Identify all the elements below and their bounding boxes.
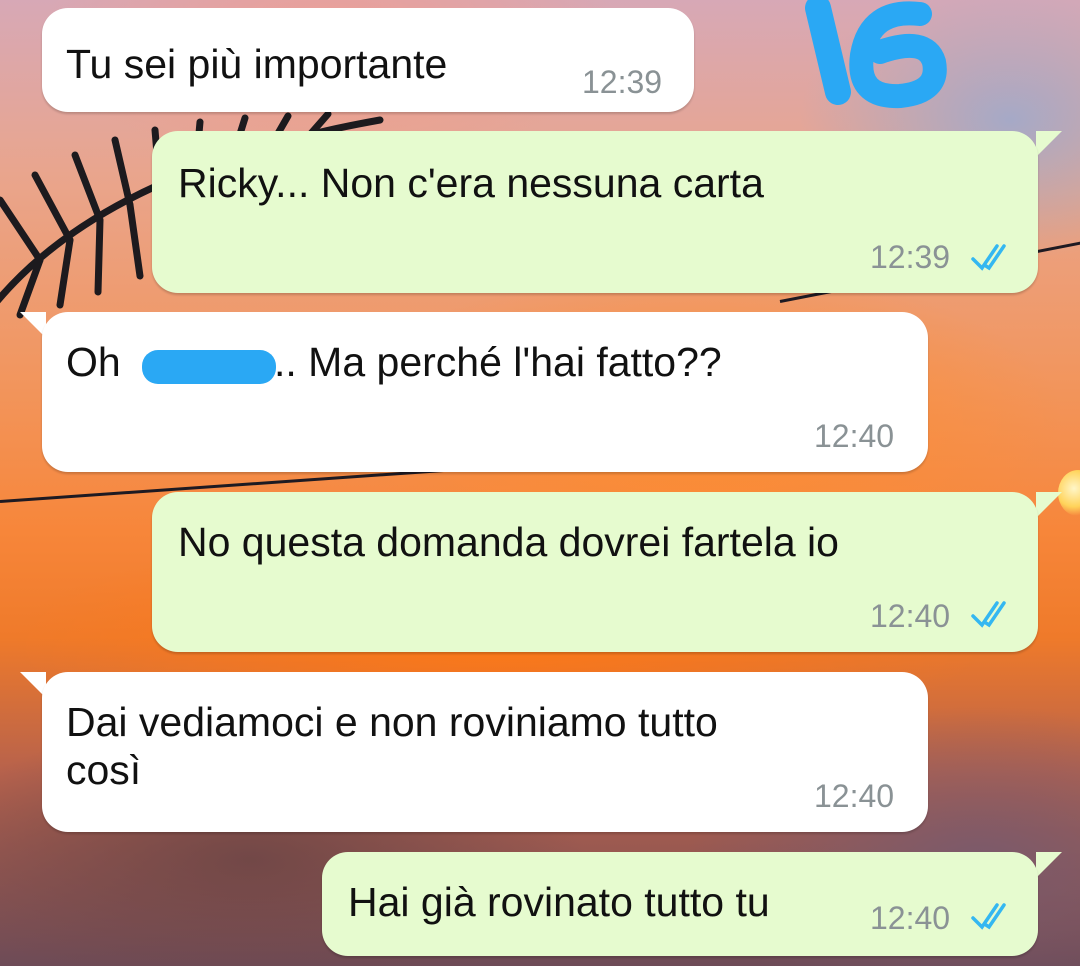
message-bubble-incoming[interactable]: Tu sei più importante 12:39: [42, 8, 694, 112]
bubble-tail: [1036, 852, 1062, 878]
message-timestamp: 12:40: [814, 418, 895, 454]
double-check-icon: [971, 903, 1006, 930]
message-text: No questa domanda dovrei fartela io: [178, 519, 839, 565]
sticker-number-icon: [805, 0, 947, 109]
double-check-icon: [971, 601, 1006, 628]
message-bubble-incoming[interactable]: Oh .. Ma perché l'hai fatto?? 12:40: [42, 312, 928, 472]
double-check-icon: [971, 244, 1006, 271]
bubble-tail: [1036, 131, 1062, 157]
bubble-tail: [1036, 492, 1062, 518]
message-timestamp: 12:40: [814, 778, 895, 814]
message-timestamp: 12:39: [582, 64, 663, 100]
message-bubble-incoming[interactable]: Dai vediamoci e non roviniamo tutto così…: [42, 672, 928, 832]
message-text: Hai già rovinato tutto tu: [348, 879, 770, 925]
message-timestamp: 12:40: [870, 598, 951, 634]
message-text-start: Oh: [66, 339, 121, 385]
message-bubble-outgoing[interactable]: No questa domanda dovrei fartela io 12:4…: [152, 492, 1038, 652]
message-text: Ricky... Non c'era nessuna carta: [178, 160, 764, 206]
message-timestamp: 12:39: [870, 239, 951, 275]
message-text-end: .. Ma perché l'hai fatto??: [274, 339, 722, 385]
message-bubble-outgoing[interactable]: Hai già rovinato tutto tu 12:40: [322, 852, 1038, 956]
redaction-mark: [142, 350, 276, 384]
message-timestamp: 12:40: [870, 900, 951, 936]
message-text: Dai vediamoci e non roviniamo tutto così: [66, 699, 718, 793]
message-bubble-outgoing[interactable]: Ricky... Non c'era nessuna carta 12:39: [152, 131, 1038, 293]
message-text: Tu sei più importante: [66, 41, 448, 87]
